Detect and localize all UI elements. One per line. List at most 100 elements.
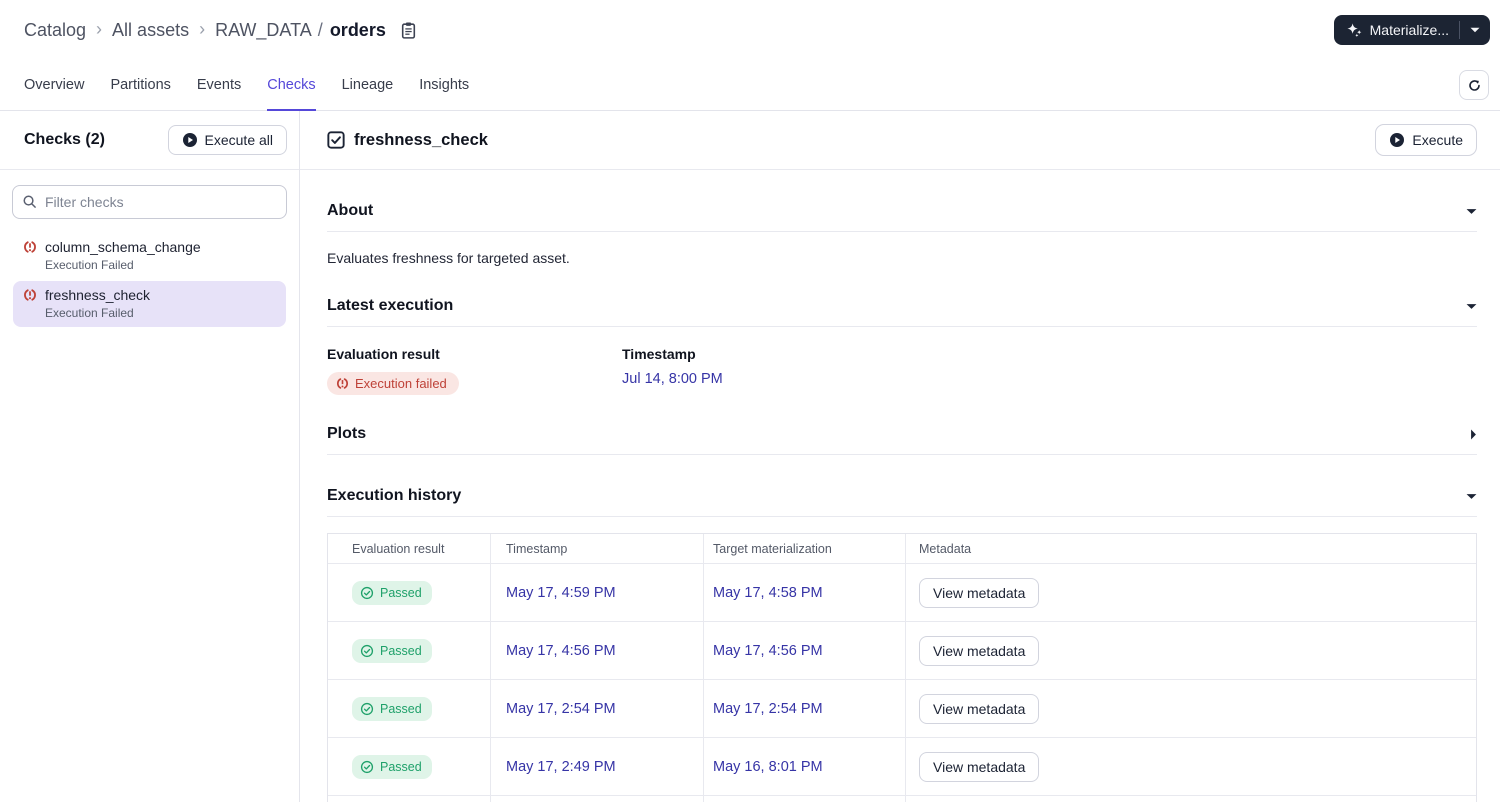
page-title: freshness_check: [354, 130, 488, 149]
timestamp-link[interactable]: May 17, 4:56 PM: [506, 643, 616, 659]
chevron-down-icon[interactable]: [1466, 303, 1477, 310]
execute-all-label: Execute all: [204, 132, 273, 148]
timestamp-field: Timestamp Jul 14, 8:00 PM: [622, 346, 917, 395]
timestamp-link[interactable]: May 17, 2:49 PM: [506, 759, 616, 775]
breadcrumb-asset-name: orders: [329, 19, 386, 40]
check-detail-panel: freshness_check Execute About Evaluates …: [300, 111, 1500, 802]
sidebar-header: Checks (2) Execute all: [0, 111, 299, 170]
view-metadata-button[interactable]: View metadata: [919, 635, 1040, 666]
materialize-button-label: Materialize...: [1369, 22, 1449, 38]
execute-label: Execute: [1412, 132, 1463, 148]
passed-badge-label: Passed: [380, 759, 422, 774]
tab-events[interactable]: Events: [197, 60, 241, 110]
checks-sidebar: Checks (2) Execute all Filter checks col…: [0, 111, 300, 802]
passed-badge-label: Passed: [380, 643, 422, 658]
chevron-down-icon[interactable]: [1466, 493, 1477, 500]
latest-execution-header[interactable]: Latest execution: [327, 297, 1477, 327]
execution-history-section: Execution history Evaluation result Time…: [327, 487, 1477, 802]
breadcrumb-group[interactable]: RAW_DATA: [215, 20, 311, 40]
latest-execution-section: Latest execution Evaluation result Execu…: [327, 297, 1477, 395]
latest-timestamp-link[interactable]: Jul 14, 8:00 PM: [622, 371, 917, 387]
caret-down-icon: [1470, 27, 1480, 33]
tab-partitions[interactable]: Partitions: [110, 60, 170, 110]
passed-badge: Passed: [352, 754, 432, 779]
plots-section: Plots: [327, 425, 1477, 455]
check-name: freshness_check: [45, 287, 151, 303]
check-list: column_schema_change Execution Failed fr…: [0, 233, 299, 327]
breadcrumb: Catalog › All assets › RAW_DATA / orders: [24, 18, 417, 41]
breadcrumb-all-assets[interactable]: All assets: [112, 20, 189, 41]
tabs: Overview Partitions Events Checks Lineag…: [24, 60, 469, 111]
execution-history-header[interactable]: Execution history: [327, 487, 1477, 517]
check-failed-icon: [24, 289, 36, 301]
top-header: Catalog › All assets › RAW_DATA / orders: [0, 0, 1500, 60]
chevron-right-icon: ›: [199, 18, 206, 39]
tab-insights[interactable]: Insights: [419, 60, 469, 110]
about-section-header[interactable]: About: [327, 202, 1477, 232]
passed-badge: Passed: [352, 696, 432, 721]
plots-title: Plots: [327, 425, 367, 442]
passed-badge-label: Passed: [380, 701, 422, 716]
chevron-down-icon[interactable]: [1466, 208, 1477, 215]
target-materialization-link[interactable]: May 16, 8:01 PM: [713, 759, 823, 775]
search-icon: [22, 194, 37, 209]
about-description: Evaluates freshness for targeted asset.: [327, 250, 570, 266]
target-materialization-link[interactable]: May 17, 2:54 PM: [713, 701, 823, 717]
check-status: Execution Failed: [45, 306, 134, 320]
tab-lineage[interactable]: Lineage: [342, 60, 394, 110]
materialize-button-group: Materialize...: [1333, 15, 1490, 45]
table-row: Passed May 17, 2:49 PM May 16, 8:01 PM V…: [328, 738, 1476, 796]
check-list-item-freshness-check[interactable]: freshness_check Execution Failed: [13, 281, 286, 327]
execute-button[interactable]: Execute: [1375, 124, 1477, 156]
table-row: Passed May 17, 4:59 PM May 17, 4:58 PM V…: [328, 564, 1476, 622]
column-header-timestamp: Timestamp: [491, 534, 704, 563]
refresh-button[interactable]: [1459, 70, 1489, 100]
timestamp-link[interactable]: May 17, 2:54 PM: [506, 701, 616, 717]
table-row: Passed May 17, 4:56 PM May 17, 4:56 PM V…: [328, 622, 1476, 680]
table-header-row: Evaluation result Timestamp Target mater…: [328, 534, 1476, 564]
about-title: About: [327, 202, 374, 219]
timestamp-link[interactable]: May 17, 4:59 PM: [506, 585, 616, 601]
passed-badge-label: Passed: [380, 585, 422, 600]
evaluation-result-label: Evaluation result: [327, 346, 440, 362]
column-header-target-materialization: Target materialization: [704, 534, 906, 563]
chevron-right-icon[interactable]: [1470, 429, 1477, 440]
execution-failed-badge-label: Execution failed: [355, 376, 447, 391]
materialize-button[interactable]: Materialize...: [1334, 15, 1459, 45]
materialize-dropdown-button[interactable]: [1460, 15, 1490, 45]
check-circle-icon: [360, 644, 374, 657]
execute-all-button[interactable]: Execute all: [167, 125, 287, 155]
check-circle-icon: [360, 586, 374, 599]
view-metadata-button[interactable]: View metadata: [919, 577, 1040, 608]
play-icon: [182, 133, 197, 147]
tab-bar: Overview Partitions Events Checks Lineag…: [0, 60, 1500, 111]
target-materialization-link[interactable]: May 17, 4:56 PM: [713, 643, 823, 659]
check-list-item-column-schema-change[interactable]: column_schema_change Execution Failed: [13, 233, 286, 279]
check-circle-icon: [360, 702, 374, 715]
refresh-icon: [1468, 79, 1480, 91]
breadcrumb-asset-path: RAW_DATA / orders: [215, 20, 386, 41]
filter-checks-input[interactable]: [12, 185, 287, 219]
target-materialization-link[interactable]: May 17, 4:58 PM: [713, 585, 823, 601]
sparkle-icon: [1346, 22, 1363, 39]
execution-failed-badge: Execution failed: [327, 372, 459, 395]
execution-history-table: Evaluation result Timestamp Target mater…: [327, 533, 1477, 802]
tab-checks[interactable]: Checks: [267, 60, 316, 111]
column-header-evaluation-result: Evaluation result: [328, 534, 491, 563]
tab-overview[interactable]: Overview: [24, 60, 84, 110]
check-status: Execution Failed: [45, 258, 134, 272]
view-metadata-button[interactable]: View metadata: [919, 751, 1040, 782]
plots-section-header[interactable]: Plots: [327, 425, 1477, 455]
breadcrumb-catalog[interactable]: Catalog: [24, 20, 86, 41]
checks-count-title: Checks (2): [24, 131, 105, 148]
check-detail-header: freshness_check Execute: [300, 111, 1500, 170]
table-row-partial: [328, 796, 1476, 802]
latest-execution-title: Latest execution: [327, 297, 454, 314]
chevron-right-icon: ›: [96, 18, 103, 39]
path-separator: /: [317, 19, 323, 40]
column-header-metadata: Metadata: [919, 541, 972, 556]
execution-history-title: Execution history: [327, 487, 462, 504]
passed-badge: Passed: [352, 638, 432, 663]
view-metadata-button[interactable]: View metadata: [919, 693, 1040, 724]
copy-clipboard-icon[interactable]: [400, 21, 417, 40]
